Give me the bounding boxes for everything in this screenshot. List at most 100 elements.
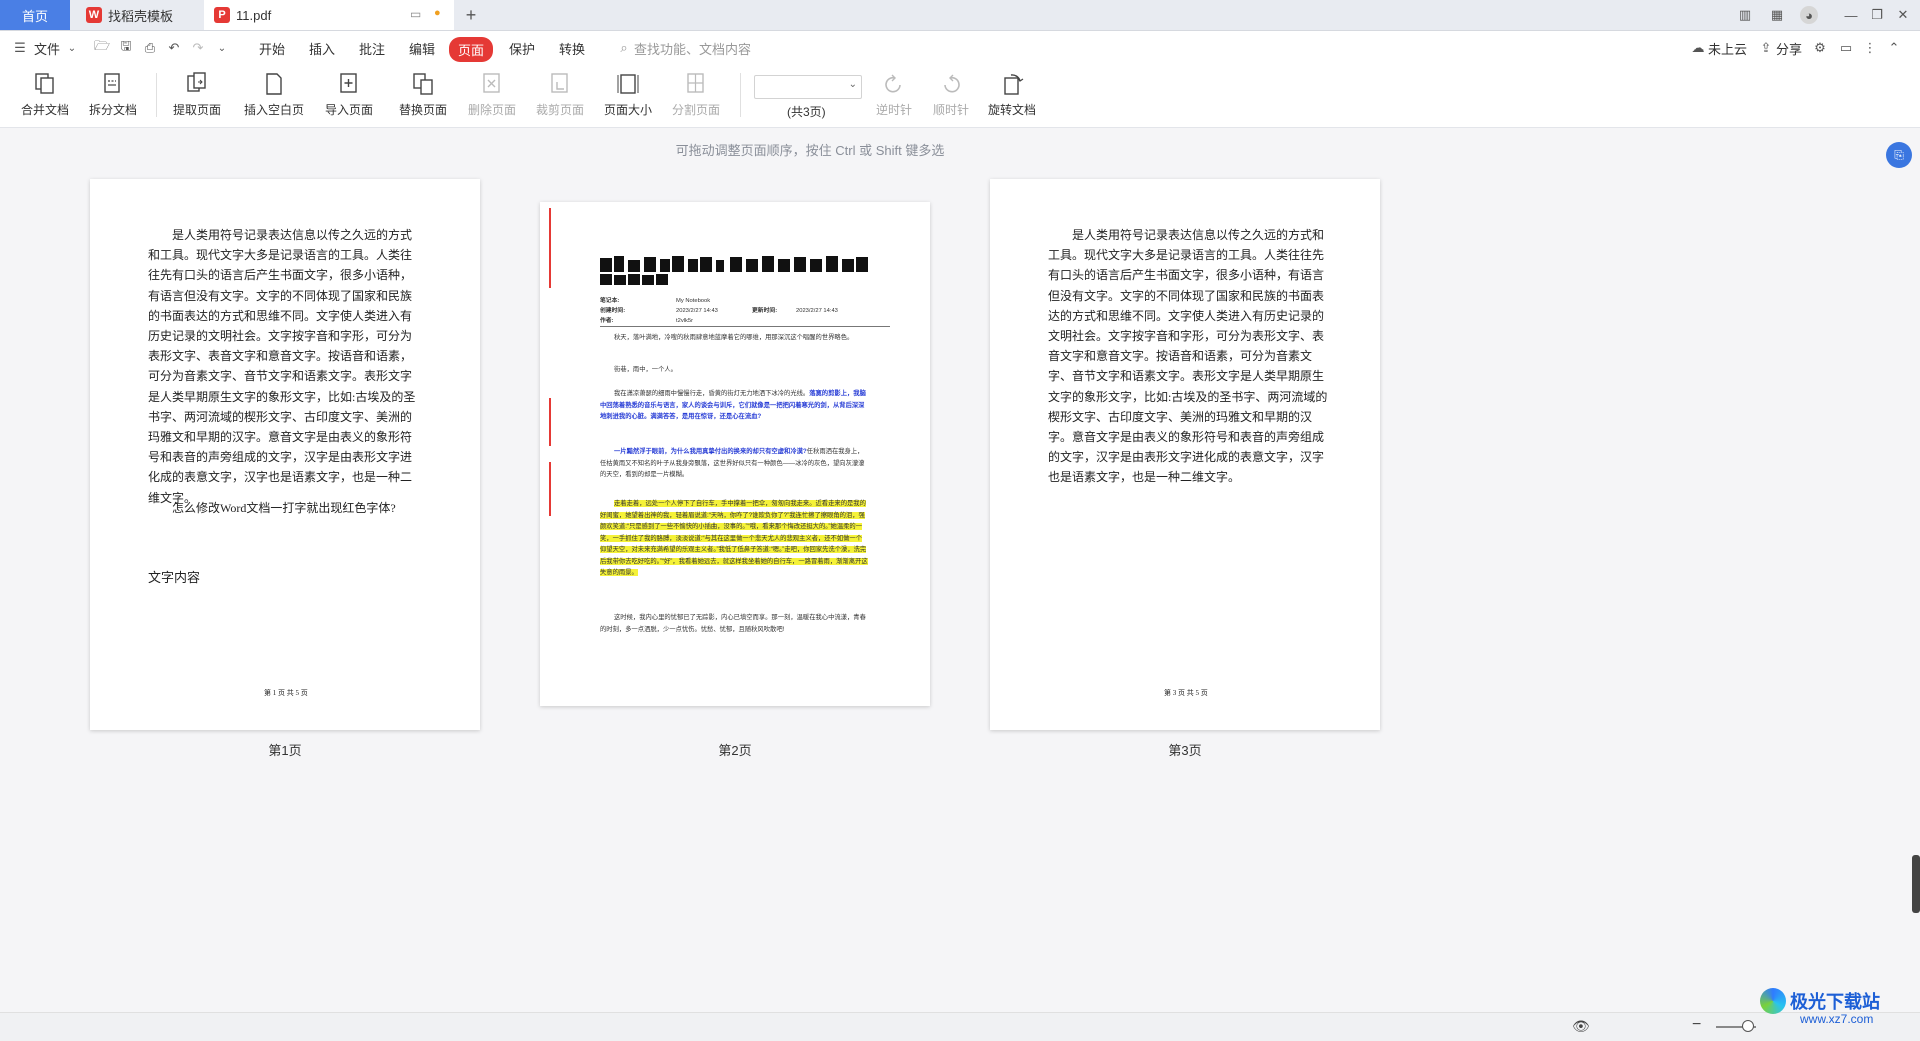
rotate-cw-icon [944,74,960,93]
zoom-out-icon[interactable]: − [1692,1016,1701,1034]
split-doc-label: 拆分文档 [88,103,137,117]
insert-blank-label: 插入空白页 [243,103,304,117]
restore-icon[interactable]: ❐ [1868,6,1886,24]
page2-para-2: 街巷，雨中，一个人。 [614,366,677,373]
merge-doc-icon [35,73,54,94]
rotate-doc-label: 旋转文档 [987,103,1036,117]
print-icon[interactable]: ⎙ [142,40,158,56]
rotate-ccw-button[interactable]: 逆时针 [862,71,926,118]
menu-start[interactable]: 开始 [259,39,285,58]
meta-created-value: 2023/2/27 14:43 [676,308,718,314]
meta-created-label: 创建时间: [600,308,626,314]
chevron-down-icon[interactable]: ⌄ [64,40,80,56]
split-page-label: 分割页面 [671,103,720,117]
split-doc-icon [104,73,120,93]
import-page-icon [340,73,357,93]
collapse-icon[interactable]: ⌃ [1886,40,1902,56]
import-page-label: 导入页面 [324,103,373,117]
new-tab-icon[interactable]: + [462,5,480,25]
more-icon[interactable]: ⋮ [1862,40,1878,56]
tab-document[interactable]: P 11.pdf ▭ ● [204,0,454,30]
menu-edit[interactable]: 编辑 [409,39,435,58]
docer-logo-icon: W [86,7,102,23]
revision-bar [549,208,551,288]
scrollbar-thumb[interactable] [1912,855,1920,913]
redo-icon[interactable]: ↷ [190,40,206,56]
watermark-logo-icon [1760,988,1786,1014]
watermark-url: www.xz7.com [1800,1012,1874,1026]
total-pages: (共3页) [787,105,826,119]
insert-blank-button[interactable]: 插入空白页 [239,71,309,118]
tab-template[interactable]: W 找稻壳模板 [72,0,202,30]
page-thumbnail-1[interactable]: 是人类用符号记录表达信息以传之久远的方式和工具。现代文字大多是记录语言的工具。人… [90,179,480,730]
meta-divider [600,326,890,327]
delete-page-icon [483,73,500,93]
search-icon: ⌕ [620,40,628,55]
page1-footer: 第 1 页 共 5 页 [264,689,308,697]
menu-convert[interactable]: 转换 [559,39,585,58]
watermark-logo: 极光下载站 www.xz7.com [1760,986,1920,1040]
tab-document-label: 11.pdf [236,7,272,23]
more-chevron-icon[interactable]: ⌄ [214,40,230,56]
avatar[interactable]: ◕ [1800,6,1818,24]
replace-page-button[interactable]: 替换页面 [391,71,455,118]
page-toolbar: 合并文档 拆分文档 提取页面 插入空白页 导入页面 替换页面 删除页面 裁剪页面… [0,65,1920,128]
drag-hint: 可拖动调整页面顺序，按住 Ctrl 或 Shift 键多选 [675,143,945,158]
split-page-button[interactable]: 分割页面 [664,71,728,118]
menu-insert[interactable]: 插入 [309,39,335,58]
apps-grid-icon[interactable]: ▦ [1768,6,1786,24]
menu-file[interactable]: 文件 [34,39,60,58]
page3-footer: 第 3 页 共 5 页 [1164,689,1208,697]
comment-icon[interactable]: ▭ [1838,40,1854,56]
search-input[interactable]: 查找功能、文档内容 [634,39,751,58]
share-icon: ⇪ [1760,40,1772,55]
split-doc-button[interactable]: 拆分文档 [81,71,145,118]
minimize-icon[interactable]: — [1842,6,1860,24]
tab-home[interactable]: 首页 [0,0,70,30]
import-page-button[interactable]: 导入页面 [317,71,381,118]
delete-page-button[interactable]: 删除页面 [460,71,524,118]
meta-updated-label: 更新时间: [752,308,778,314]
close-icon[interactable]: ✕ [1894,6,1912,24]
merge-doc-button[interactable]: 合并文档 [13,71,77,118]
side-assistant-icon[interactable]: ⎘ [1886,142,1912,168]
extract-page-button[interactable]: 提取页面 [165,71,229,118]
screen-icon[interactable]: ▭ [410,7,421,21]
page2-blue-highlight-2: 一片黯然浮于眼前，为什么我用真挚付出的换来的却只有空虚和冷漠? [614,448,807,455]
share-button[interactable]: 分享 [1776,39,1802,58]
page-size-button[interactable]: 页面大小 [596,71,660,118]
page1-paragraph: 是人类用符号记录表达信息以传之久远的方式和工具。现代文字大多是记录语言的工具。人… [148,228,416,505]
open-folder-icon[interactable]: 🗁 [94,38,110,56]
page2-para-5: 走着走着，远处一个人停下了自行车，手中撑着一把伞，匆匆向我走来。近看走来的是我的… [600,498,868,579]
zoom-slider-handle[interactable] [1742,1020,1754,1032]
settings-icon[interactable]: ⚙ [1812,40,1828,56]
menu-comment[interactable]: 批注 [359,39,385,58]
rotate-cw-label: 顺时针 [932,103,969,117]
page2-para-3a: 我在潇凉萧瑟的细雨中慢慢行走，昏黄的街灯无力地洒下冰冷的光线。 [614,390,810,397]
page-size-icon [617,74,639,94]
divider [740,73,741,117]
garbled-title-graphic [600,256,868,285]
crop-page-icon [551,73,568,93]
crop-page-button[interactable]: 裁剪页面 [528,71,592,118]
page-range-select[interactable]: ⌄ [754,75,862,99]
delete-page-label: 删除页面 [467,103,516,117]
hamburger-icon[interactable]: ☰ [12,40,28,56]
page-thumbnail-3[interactable]: 是人类用符号记录表达信息以传之久远的方式和工具。现代文字大多是记录语言的工具。人… [990,179,1380,730]
undo-icon[interactable]: ↶ [166,40,182,56]
rotate-cw-button[interactable]: 顺时针 [919,71,983,118]
page1-question: 怎么修改Word文档一打字就出现红色字体? [172,501,396,515]
eye-icon[interactable]: 👁 [1572,1018,1590,1035]
save-icon[interactable]: 🖫 [118,38,134,56]
meta-author-label: 作者: [600,318,614,324]
rotate-ccw-icon [885,74,901,93]
page-label-1: 第1页 [268,743,302,758]
layout-icon[interactable]: ▥ [1736,6,1754,24]
cloud-status[interactable]: 未上云 [1708,39,1747,58]
rotate-doc-button[interactable]: 旋转文档 [980,71,1044,118]
page-thumbnail-2[interactable]: 笔记本: My Notebook 创建时间: 2023/2/27 14:43 更新时间… [540,202,930,706]
page-label-3: 第3页 [1168,743,1202,758]
meta-updated-value: 2023/2/27 14:43 [796,308,838,314]
menu-protect[interactable]: 保护 [509,39,535,58]
menu-page[interactable]: 页面 [449,37,494,62]
